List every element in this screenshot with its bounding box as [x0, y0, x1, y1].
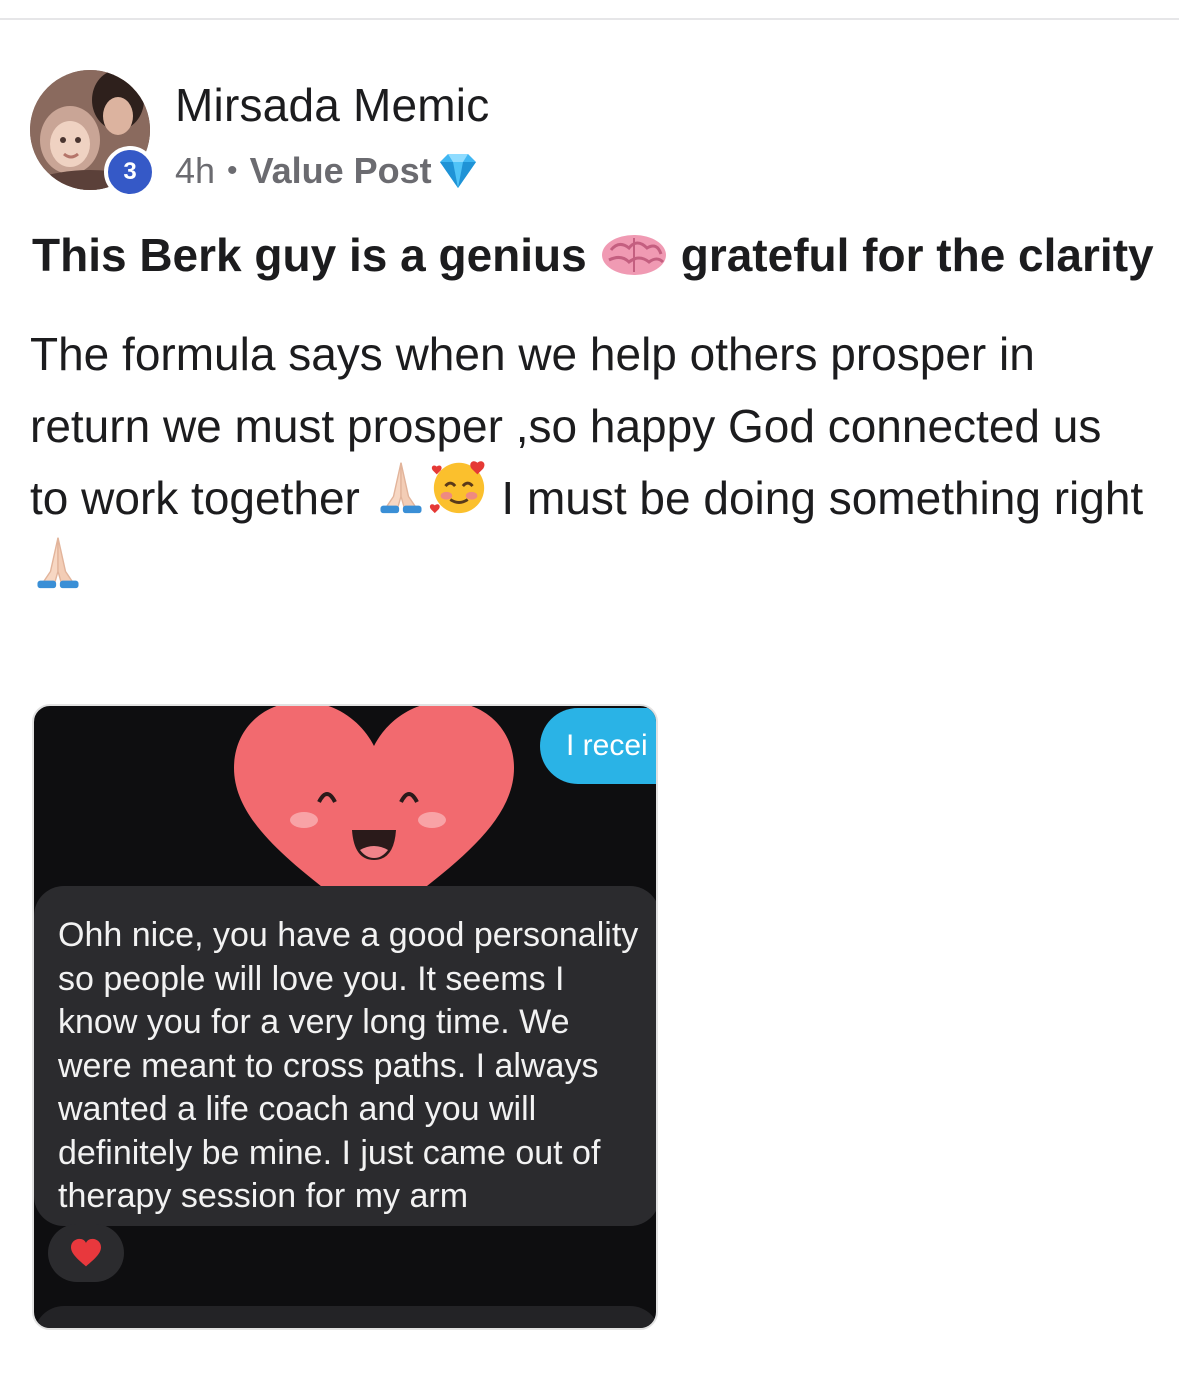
gem-icon	[434, 150, 482, 192]
meta-separator: •	[227, 154, 238, 187]
post-body: The formula says when we help others pro…	[30, 318, 1150, 610]
smiling-face-with-hearts-icon	[429, 457, 489, 537]
post-image-attachment[interactable]: I recei Ohh nice, you have a good person…	[32, 704, 658, 1330]
post-body-text-2: I must be doing something right	[488, 472, 1144, 524]
post-title: This Berk guy is a genius grateful for t…	[32, 228, 1154, 282]
next-message-bubble	[34, 1306, 656, 1328]
author-name[interactable]: Mirsada Memic	[175, 78, 489, 132]
post-title-start: This Berk guy is a genius	[32, 229, 587, 281]
post-time: 4h	[175, 150, 216, 191]
pray-icon	[373, 459, 429, 535]
received-message-bubble: Ohh nice, you have a good personality so…	[34, 886, 656, 1226]
pray-icon	[30, 534, 86, 610]
brain-icon	[599, 230, 669, 280]
message-reaction	[48, 1224, 124, 1282]
heart-icon	[71, 1238, 101, 1267]
post-category[interactable]: Value Post	[250, 150, 432, 192]
received-message-text: Ohh nice, you have a good personality so…	[58, 916, 639, 1215]
top-divider	[0, 18, 1179, 20]
sent-message-bubble: I recei	[540, 708, 656, 784]
post-meta: 4h • Value Post	[175, 150, 482, 192]
level-badge: 3	[104, 146, 156, 198]
post-title-end: grateful for the clarity	[680, 229, 1154, 281]
